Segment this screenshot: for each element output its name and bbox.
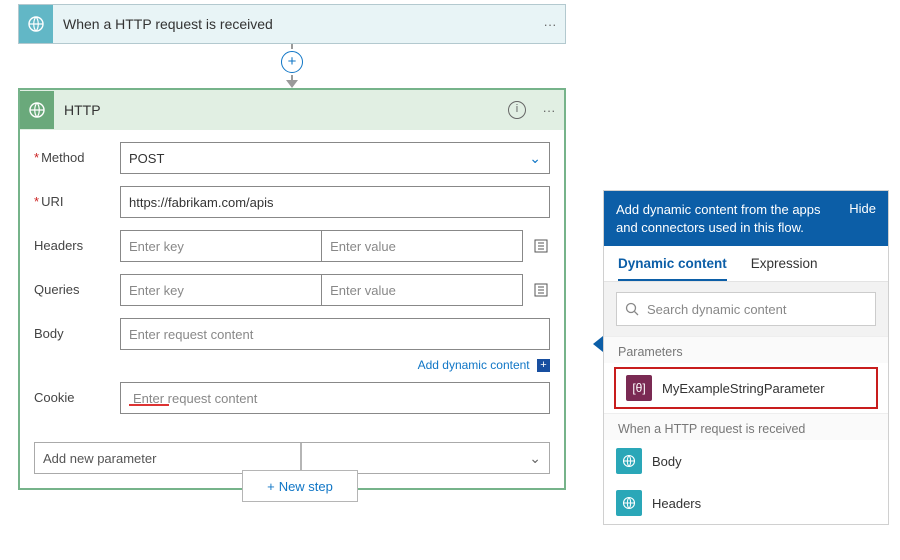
trigger-menu-button[interactable]: ··· bbox=[535, 17, 565, 32]
dynamic-tabs: Dynamic content Expression bbox=[604, 246, 888, 282]
section-parameters: Parameters bbox=[604, 336, 888, 363]
connector-line bbox=[300, 443, 302, 471]
method-select[interactable]: POST ⌄ bbox=[120, 142, 550, 174]
dynamic-item-headers[interactable]: Headers bbox=[604, 482, 888, 524]
new-step-button[interactable]: + New step bbox=[242, 470, 358, 502]
dynamic-item-myexamplestringparameter[interactable]: [θ] MyExampleStringParameter bbox=[614, 367, 878, 409]
http-action-icon bbox=[20, 91, 54, 129]
plus-icon[interactable]: + bbox=[537, 359, 550, 372]
add-dynamic-content-link[interactable]: Add dynamic content bbox=[418, 358, 530, 372]
queries-template-icon[interactable] bbox=[531, 280, 550, 300]
connector: + bbox=[291, 44, 293, 88]
hide-button[interactable]: Hide bbox=[849, 201, 876, 216]
queries-label: Queries bbox=[34, 274, 120, 297]
headers-value-input[interactable]: Enter value bbox=[321, 231, 522, 261]
insert-step-button[interactable]: + bbox=[281, 51, 303, 73]
dynamic-item-body[interactable]: Body bbox=[604, 440, 888, 482]
tab-expression[interactable]: Expression bbox=[751, 256, 818, 281]
dynamic-search-area: Search dynamic content bbox=[604, 282, 888, 336]
headers-kv: Enter key Enter value bbox=[120, 230, 523, 262]
search-input[interactable]: Search dynamic content bbox=[616, 292, 876, 326]
tab-dynamic-content[interactable]: Dynamic content bbox=[618, 256, 727, 281]
body-input[interactable]: Enter request content bbox=[120, 318, 550, 350]
chevron-down-icon: ⌄ bbox=[529, 450, 541, 467]
chevron-down-icon: ⌄ bbox=[529, 150, 541, 167]
info-icon[interactable]: i bbox=[508, 101, 526, 119]
action-title: HTTP bbox=[54, 102, 508, 118]
headers-template-icon[interactable] bbox=[531, 236, 550, 256]
flyout-pointer bbox=[593, 336, 603, 352]
uri-label: *URI bbox=[34, 186, 120, 209]
http-trigger-icon bbox=[19, 5, 53, 43]
trigger-card[interactable]: When a HTTP request is received ··· bbox=[18, 4, 566, 44]
search-icon bbox=[625, 302, 639, 316]
method-value: POST bbox=[129, 151, 164, 166]
http-icon bbox=[616, 490, 642, 516]
action-header[interactable]: HTTP i ··· bbox=[20, 90, 564, 130]
http-action-card: HTTP i ··· *Method POST ⌄ *URI https://f… bbox=[18, 88, 566, 490]
http-icon bbox=[616, 448, 642, 474]
body-label: Body bbox=[34, 318, 120, 341]
queries-value-input[interactable]: Enter value bbox=[321, 275, 522, 305]
add-dynamic-content-link-row: Add dynamic content + bbox=[34, 356, 550, 376]
method-label: *Method bbox=[34, 142, 120, 165]
dynamic-banner: Add dynamic content from the apps and co… bbox=[604, 191, 888, 246]
trigger-title: When a HTTP request is received bbox=[53, 16, 535, 32]
queries-kv: Enter key Enter value bbox=[120, 274, 523, 306]
uri-input[interactable]: https://fabrikam.com/apis bbox=[120, 186, 550, 218]
headers-key-input[interactable]: Enter key bbox=[121, 231, 321, 261]
queries-key-input[interactable]: Enter key bbox=[121, 275, 321, 305]
cookie-input[interactable]: Enter request content bbox=[120, 382, 550, 414]
action-menu-button[interactable]: ··· bbox=[534, 103, 564, 118]
parameter-icon: [θ] bbox=[626, 375, 652, 401]
section-trigger: When a HTTP request is received bbox=[604, 413, 888, 440]
cookie-label: Cookie bbox=[34, 382, 120, 405]
plus-icon: + bbox=[267, 479, 275, 494]
headers-label: Headers bbox=[34, 230, 120, 253]
dynamic-content-panel: Add dynamic content from the apps and co… bbox=[603, 190, 889, 525]
